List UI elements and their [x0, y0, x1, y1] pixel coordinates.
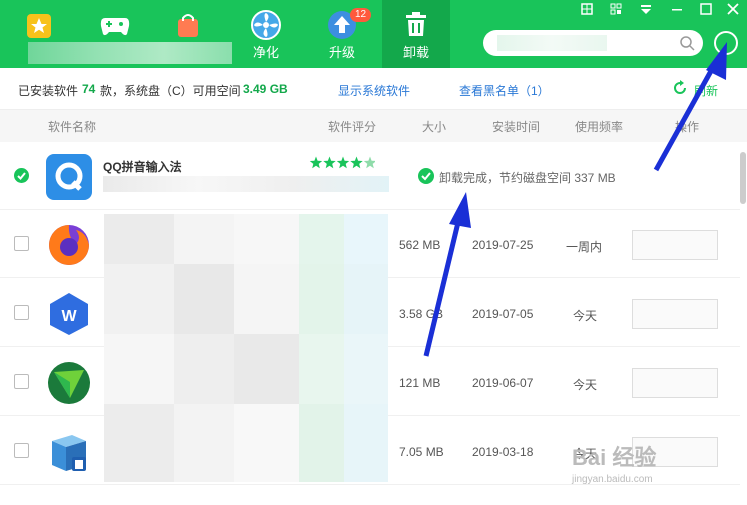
- watermark-sub: jingyan.baidu.com: [572, 474, 653, 485]
- watermark: Bai 经验 jingyan.baidu.com: [572, 440, 656, 485]
- watermark-main: Bai 经验: [572, 445, 657, 470]
- annotation-arrows: [423, 42, 727, 357]
